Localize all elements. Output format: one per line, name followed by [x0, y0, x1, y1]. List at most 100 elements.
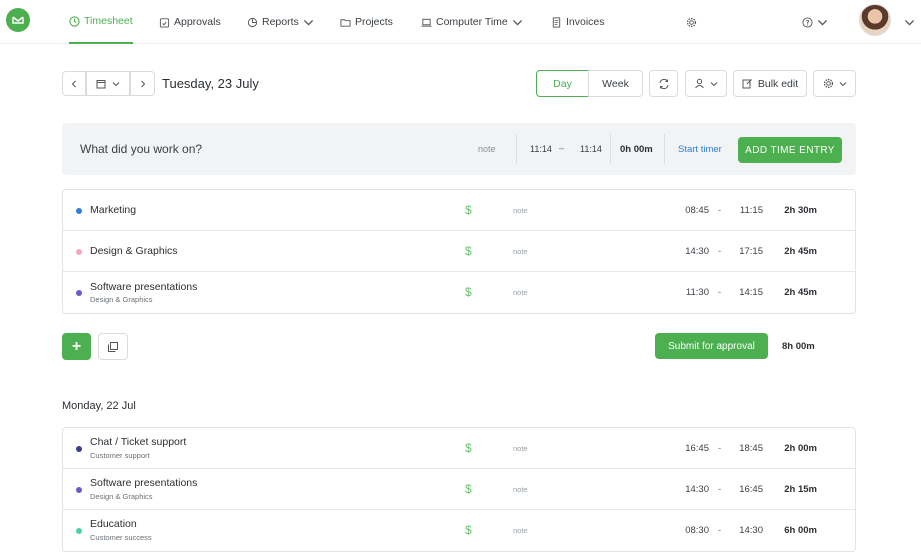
nav-computer-time[interactable]: Computer Time — [421, 0, 523, 44]
duration[interactable]: 2h 30m — [777, 205, 817, 216]
refresh-button[interactable] — [649, 70, 678, 97]
start-time[interactable]: 14:30 — [673, 246, 709, 257]
next-day-button[interactable] — [130, 71, 155, 96]
user-avatar[interactable] — [859, 4, 891, 36]
end-time[interactable]: 18:45 — [737, 443, 763, 454]
note-field[interactable]: note — [513, 288, 528, 297]
settings-button[interactable] — [686, 0, 697, 44]
app-logo[interactable] — [6, 8, 30, 32]
billable-dollar-icon[interactable]: $ — [465, 285, 472, 299]
nav-invoices-label: Invoices — [566, 16, 605, 28]
date-picker-button[interactable] — [86, 71, 130, 96]
chevron-down-icon — [817, 19, 828, 26]
help-menu[interactable] — [802, 0, 828, 44]
end-time[interactable]: 14:30 — [737, 525, 763, 536]
project-name[interactable]: Software presentations — [90, 477, 197, 489]
bulk-edit-button[interactable]: Bulk edit — [733, 70, 807, 97]
duration[interactable]: 2h 45m — [777, 287, 817, 298]
table-row[interactable]: Marketing $ note 08:45 - 11:15 2h 30m — [63, 190, 855, 231]
duration[interactable]: 6h 00m — [777, 525, 817, 536]
note-field[interactable]: note — [513, 247, 528, 256]
time-dash: - — [718, 525, 722, 536]
add-time-entry-button[interactable]: ADD TIME ENTRY — [738, 137, 842, 163]
current-date: Tuesday, 23 July — [162, 76, 259, 91]
view-settings-button[interactable] — [813, 70, 856, 97]
nav-approvals[interactable]: Approvals — [159, 0, 221, 44]
table-row[interactable]: Software presentations Design & Graphics… — [63, 469, 855, 510]
calendar-check-icon — [159, 17, 170, 28]
submit-for-approval-button[interactable]: Submit for approval — [655, 333, 768, 359]
duplicate-button[interactable] — [98, 333, 128, 360]
nav-invoices[interactable]: Invoices — [551, 0, 605, 44]
client-name: Customer success — [90, 533, 152, 542]
start-time[interactable]: 08:45 — [673, 205, 709, 216]
note-field[interactable]: note — [513, 485, 528, 494]
client-name: Design & Graphics — [90, 492, 153, 501]
start-timer-link[interactable]: Start timer — [678, 144, 722, 155]
previous-day-button[interactable] — [62, 71, 86, 96]
nav-reports-label: Reports — [262, 16, 299, 28]
duration[interactable]: 2h 15m — [777, 484, 817, 495]
nav-approvals-label: Approvals — [174, 16, 221, 28]
project-name[interactable]: Software presentations — [90, 281, 197, 293]
chevron-down-icon — [512, 19, 522, 26]
time-dash: - — [718, 484, 722, 495]
project-color-dot — [76, 290, 82, 296]
chevron-left-icon — [71, 80, 76, 87]
note-field[interactable]: note — [513, 444, 528, 453]
end-time[interactable]: 14:15 — [737, 287, 763, 298]
user-menu-chevron[interactable] — [904, 0, 915, 44]
nav-projects[interactable]: Projects — [340, 0, 393, 44]
user-icon — [695, 78, 704, 89]
table-row[interactable]: Design & Graphics $ note 14:30 - 17:15 2… — [63, 231, 855, 272]
billable-dollar-icon[interactable]: $ — [465, 523, 472, 537]
project-name[interactable]: Marketing — [90, 204, 136, 216]
note-field[interactable]: note — [513, 526, 528, 535]
project-name[interactable]: Chat / Ticket support — [90, 436, 186, 448]
table-row[interactable]: Education Customer success $ note 08:30 … — [63, 510, 855, 551]
start-time[interactable]: 14:30 — [673, 484, 709, 495]
table-row[interactable]: Chat / Ticket support Customer support $… — [63, 428, 855, 469]
question-circle-icon — [802, 16, 813, 28]
add-row-button[interactable]: + — [62, 333, 91, 360]
gear-icon — [823, 78, 833, 89]
time-dash: - — [718, 246, 722, 257]
view-week-tab[interactable]: Week — [588, 70, 643, 97]
previous-entries-table: Chat / Ticket support Customer support $… — [62, 427, 856, 552]
day-total: 8h 00m — [782, 341, 815, 352]
gear-icon — [686, 17, 697, 27]
entry-end-time[interactable]: 11:14 — [580, 144, 602, 154]
project-name[interactable]: Education — [90, 518, 137, 530]
entry-start-time[interactable]: 11:14 — [530, 144, 552, 154]
start-time[interactable]: 08:30 — [673, 525, 709, 536]
billable-dollar-icon[interactable]: $ — [465, 244, 472, 258]
chevron-down-icon — [303, 19, 313, 26]
billable-dollar-icon[interactable]: $ — [465, 441, 472, 455]
pie-chart-icon — [247, 17, 258, 27]
edit-icon — [742, 79, 752, 89]
entry-duration[interactable]: 0h 00m — [620, 144, 653, 155]
start-time[interactable]: 16:45 — [673, 443, 709, 454]
nav-reports[interactable]: Reports — [247, 0, 314, 44]
billable-dollar-icon[interactable]: $ — [465, 203, 472, 217]
project-color-dot — [76, 446, 82, 452]
duration[interactable]: 2h 45m — [777, 246, 817, 257]
user-filter-button[interactable] — [685, 70, 727, 97]
view-day-tab[interactable]: Day — [536, 70, 589, 97]
duration[interactable]: 2h 00m — [777, 443, 817, 454]
description-input[interactable]: What did you work on? — [80, 142, 202, 156]
project-color-dot — [76, 528, 82, 534]
nav-timesheet[interactable]: Timesheet — [69, 0, 133, 44]
project-name[interactable]: Design & Graphics — [90, 245, 178, 257]
client-name: Design & Graphics — [90, 295, 153, 304]
note-field[interactable]: note — [513, 206, 528, 215]
entry-note-field[interactable]: note — [478, 144, 496, 154]
chevron-down-icon — [839, 81, 846, 86]
divider — [516, 134, 517, 164]
table-row[interactable]: Software presentations Design & Graphics… — [63, 272, 855, 313]
start-time[interactable]: 11:30 — [673, 287, 709, 298]
end-time[interactable]: 11:15 — [737, 205, 763, 216]
end-time[interactable]: 16:45 — [737, 484, 763, 495]
billable-dollar-icon[interactable]: $ — [465, 482, 472, 496]
end-time[interactable]: 17:15 — [737, 246, 763, 257]
